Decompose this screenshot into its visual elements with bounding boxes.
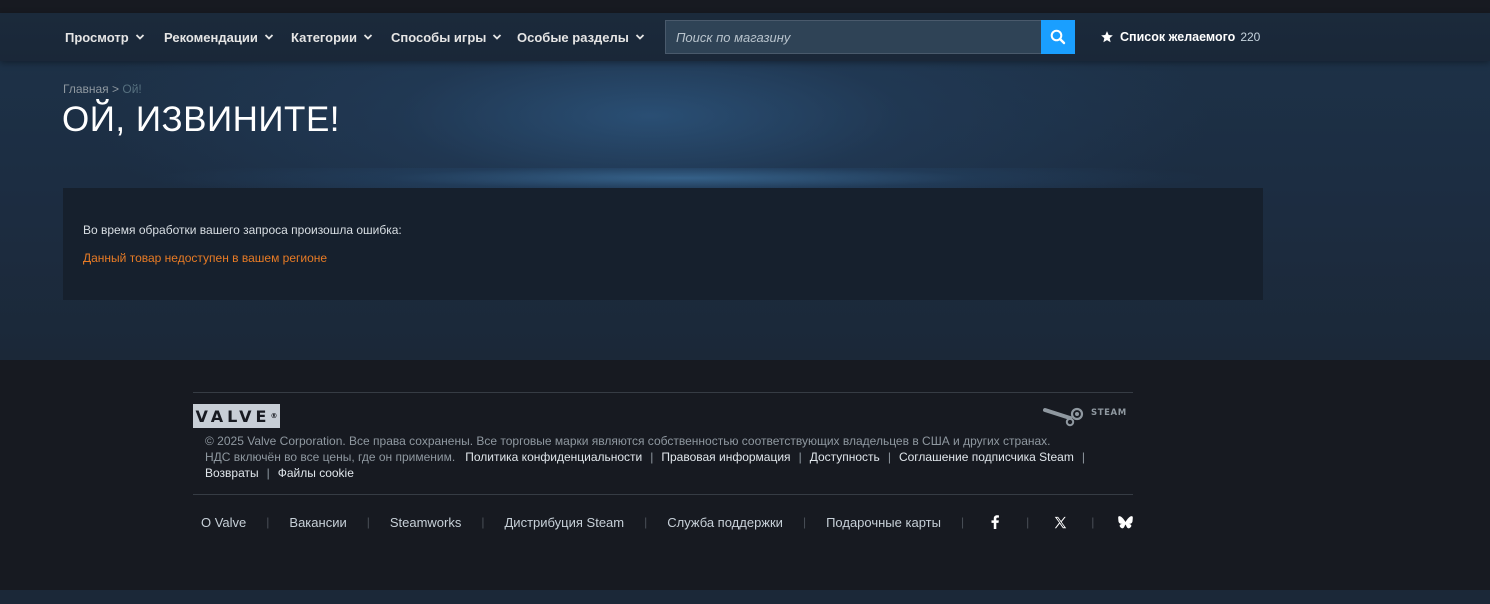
vat-note: НДС включён во все цены, где он применим… xyxy=(205,450,456,464)
search-input[interactable] xyxy=(665,20,1041,54)
wishlist-count: 220 xyxy=(1240,30,1261,44)
store-navbar: Просмотр Рекомендации Категории Способы … xyxy=(0,13,1490,61)
page-title: ОЙ, ИЗВИНИТЕ! xyxy=(62,100,341,139)
chevron-down-icon xyxy=(264,34,273,40)
nav-special-sections[interactable]: Особые разделы xyxy=(517,13,645,61)
footer-link-steamworks[interactable]: Steamworks xyxy=(382,515,470,530)
footer-link-support[interactable]: Служба поддержки xyxy=(659,515,791,530)
breadcrumb-separator: > xyxy=(112,82,120,96)
error-message: Данный товар недоступен в вашем регионе xyxy=(83,251,328,265)
refunds-link[interactable]: Возвраты xyxy=(205,466,259,480)
footer-link-gift-cards[interactable]: Подарочные карты xyxy=(818,515,949,530)
nav-categories[interactable]: Категории xyxy=(291,13,373,61)
breadcrumb: Главная > Ой! xyxy=(63,82,142,96)
valve-logo[interactable]: VALVE ® xyxy=(193,404,280,428)
chevron-down-icon xyxy=(135,34,144,40)
svg-text:STEAM: STEAM xyxy=(1091,408,1127,418)
top-strip xyxy=(0,0,1490,13)
search-button[interactable] xyxy=(1041,20,1075,54)
x-icon[interactable] xyxy=(1051,513,1069,531)
hero-glow xyxy=(150,168,1210,188)
footer-links: О Valve | Вакансии | Steamworks | Дистри… xyxy=(193,512,1144,532)
nav-recommendations[interactable]: Рекомендации xyxy=(164,13,274,61)
breadcrumb-home[interactable]: Главная xyxy=(63,82,109,96)
footer-link-jobs[interactable]: Вакансии xyxy=(281,515,354,530)
chevron-down-icon xyxy=(363,34,373,40)
bluesky-icon[interactable] xyxy=(1116,513,1134,531)
nav-browse[interactable]: Просмотр xyxy=(65,13,145,61)
footer: VALVE ® STEAM © 2025 Valve Corporation. В… xyxy=(0,360,1490,590)
error-intro: Во время обработки вашего запроса произо… xyxy=(83,223,402,237)
subscriber-agreement-link[interactable]: Соглашение подписчика Steam xyxy=(899,450,1074,464)
copyright-text: © 2025 Valve Corporation. Все права сохр… xyxy=(205,434,1051,448)
footer-link-about-valve[interactable]: О Valve xyxy=(193,515,254,530)
facebook-icon[interactable] xyxy=(986,513,1004,531)
wishlist-link[interactable]: Список желаемого 220 xyxy=(1100,13,1260,61)
footer-divider xyxy=(193,392,1133,393)
star-icon xyxy=(1101,31,1113,43)
bottom-strip xyxy=(0,590,1490,604)
footer-divider xyxy=(193,494,1133,495)
chevron-down-icon xyxy=(635,34,645,40)
legal-text: © 2025 Valve Corporation. Все права сохр… xyxy=(205,433,1125,481)
privacy-policy-link[interactable]: Политика конфиденциальности xyxy=(465,450,642,464)
breadcrumb-current: Ой! xyxy=(122,82,142,96)
legal-info-link[interactable]: Правовая информация xyxy=(661,450,790,464)
steam-logo[interactable]: STEAM xyxy=(1042,404,1134,428)
cookies-link[interactable]: Файлы cookie xyxy=(278,466,354,480)
accessibility-link[interactable]: Доступность xyxy=(810,450,880,464)
search-icon xyxy=(1050,29,1066,45)
footer-link-distribution[interactable]: Дистрибуция Steam xyxy=(497,515,633,530)
chevron-down-icon xyxy=(493,34,502,40)
error-box: Во время обработки вашего запроса произо… xyxy=(63,188,1263,300)
store-search xyxy=(665,20,1075,54)
nav-ways-to-play[interactable]: Способы игры xyxy=(391,13,502,61)
